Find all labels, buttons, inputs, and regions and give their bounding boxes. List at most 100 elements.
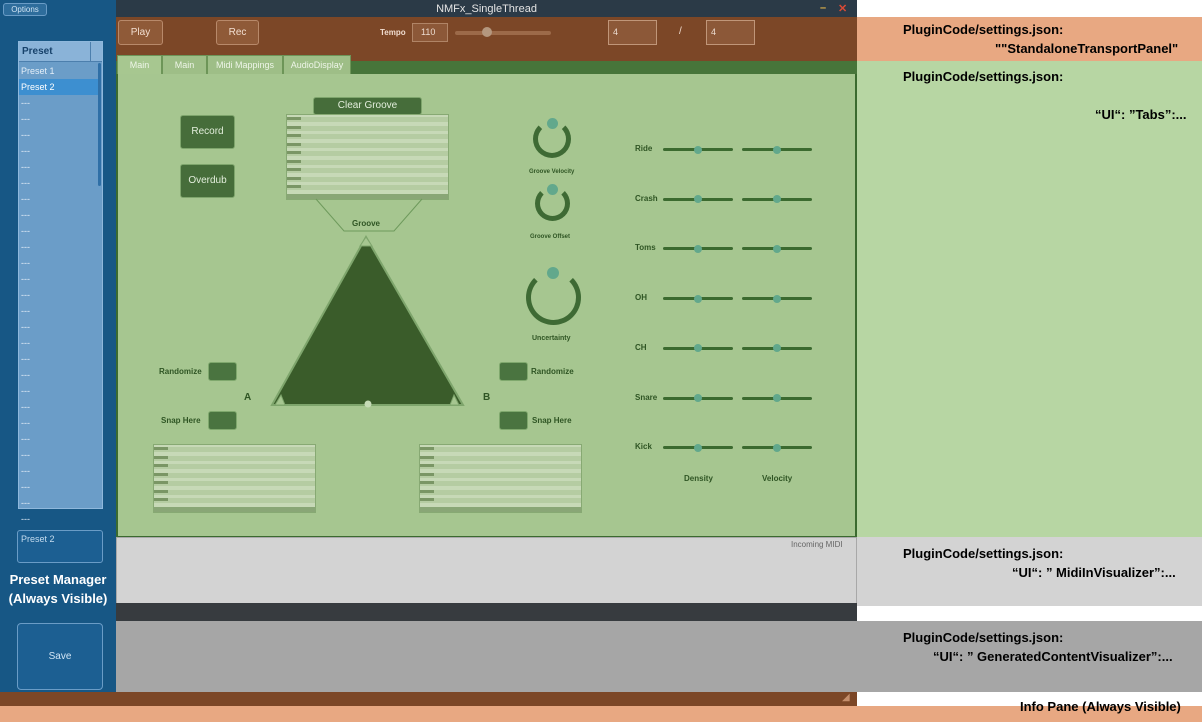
piano-roll-row	[154, 472, 315, 478]
piano-roll-row	[154, 447, 315, 452]
instrument-label: CH	[635, 342, 647, 352]
preset-list-item[interactable]: ---	[19, 431, 99, 447]
preset-list-item[interactable]: ---	[19, 463, 99, 479]
piano-roll-key	[154, 447, 168, 450]
randomize-left-button[interactable]	[208, 362, 237, 381]
piano-roll-key	[154, 489, 168, 493]
save-button[interactable]: Save	[17, 623, 103, 690]
piano-roll-key	[154, 498, 168, 501]
time-signature-numerator[interactable]: 4	[608, 20, 657, 45]
velocity-slider-thumb[interactable]	[773, 244, 781, 253]
tab-main-2[interactable]: Main	[162, 55, 207, 75]
velocity-slider-thumb[interactable]	[773, 145, 781, 154]
tempo-slider[interactable]	[455, 31, 551, 35]
preset-list-item[interactable]: Preset 1	[19, 63, 99, 79]
triangle-top-marker	[359, 236, 373, 247]
piano-roll-key	[420, 447, 434, 450]
uncertainty-knob-handle[interactable]	[547, 267, 559, 279]
piano-roll-row	[154, 481, 315, 486]
velocity-slider-thumb[interactable]	[773, 443, 781, 452]
preset-list-item[interactable]: ---	[19, 127, 99, 143]
preset-a-piano-roll[interactable]	[153, 444, 316, 513]
snap-right-button[interactable]	[499, 411, 528, 430]
info-pane: ◢	[0, 692, 857, 706]
piano-roll-key	[420, 489, 434, 493]
tab-main[interactable]: Main	[117, 55, 162, 75]
preset-list-item[interactable]: ---	[19, 95, 99, 111]
preset-list-item[interactable]: ---	[19, 271, 99, 287]
density-slider-thumb[interactable]	[694, 443, 702, 452]
preset-list-item[interactable]: ---	[19, 175, 99, 191]
groove-offset-knob-handle[interactable]	[547, 184, 558, 195]
preset-list-item[interactable]: ---	[19, 191, 99, 207]
preset-list-item[interactable]: ---	[19, 351, 99, 367]
groove-velocity-knob-handle[interactable]	[547, 118, 558, 129]
preset-list-item[interactable]: ---	[19, 511, 99, 527]
preset-b-piano-roll[interactable]	[419, 444, 582, 513]
piano-roll-row	[420, 498, 581, 503]
randomize-right-button[interactable]	[499, 362, 528, 381]
preset-list-item[interactable]: ---	[19, 399, 99, 415]
transport-annotation-line2: ""StandaloneTransportPanel"	[995, 41, 1179, 56]
density-slider-thumb[interactable]	[694, 145, 702, 154]
a-label: A	[244, 392, 252, 403]
generated-annotation-line2: “UI“: ” GeneratedContentVisualizer”:...	[933, 649, 1173, 664]
preset-list-scrollbar[interactable]	[98, 63, 101, 186]
preset-list-item[interactable]: ---	[19, 287, 99, 303]
preset-list-item[interactable]: ---	[19, 143, 99, 159]
tab-audio-display[interactable]: AudioDisplay	[283, 55, 351, 75]
piano-roll-key	[154, 455, 168, 459]
preset-list-item[interactable]: ---	[19, 335, 99, 351]
triangle-position-dot[interactable]	[364, 400, 372, 408]
transport-annotation: PluginCode/settings.json: ""StandaloneTr…	[857, 17, 1202, 61]
preset-list-item[interactable]: ---	[19, 303, 99, 319]
close-icon[interactable]: ✕	[838, 2, 847, 15]
preset-list-item[interactable]: Preset 2	[19, 79, 99, 95]
preset-list-item[interactable]: ---	[19, 495, 99, 511]
uncertainty-label: Uncertainty	[532, 335, 571, 342]
preset-list-item[interactable]: ---	[19, 239, 99, 255]
minimize-icon[interactable]: –	[820, 2, 826, 14]
preset-list-item[interactable]: ---	[19, 415, 99, 431]
piano-roll-row	[154, 464, 315, 469]
preset-list-item[interactable]: ---	[19, 319, 99, 335]
preset-list-item[interactable]: ---	[19, 111, 99, 127]
instrument-label: Snare	[635, 392, 658, 402]
preset-list-item[interactable]: ---	[19, 447, 99, 463]
rec-button[interactable]: Rec	[216, 20, 259, 45]
density-slider-thumb[interactable]	[694, 294, 702, 303]
title-bar: NMFx_SingleThread – ✕	[116, 0, 857, 17]
preset-list-item[interactable]: ---	[19, 367, 99, 383]
tab-midi-mappings[interactable]: Midi Mappings	[207, 55, 283, 75]
preset-list[interactable]: Preset Preset 1 Preset 2 --- --- --- --- --- --…	[18, 41, 103, 524]
generated-annotation: PluginCode/settings.json: “UI“: ” Genera…	[857, 621, 1202, 692]
tempo-slider-thumb[interactable]	[482, 27, 492, 37]
midi-annotation: PluginCode/settings.json: “UI“: ” MidiIn…	[857, 537, 1202, 606]
density-slider-thumb[interactable]	[694, 244, 702, 253]
time-signature-denominator[interactable]: 4	[706, 20, 755, 45]
density-slider-thumb[interactable]	[694, 394, 702, 402]
play-button[interactable]: Play	[118, 20, 163, 45]
velocity-slider-thumb[interactable]	[773, 294, 781, 303]
preset-list-item[interactable]: ---	[19, 223, 99, 239]
groove-triangle[interactable]	[270, 234, 465, 406]
midi-annotation-line2: “UI“: ” MidiInVisualizer”:...	[1012, 565, 1176, 580]
transport-annotation-line1: PluginCode/settings.json:	[903, 22, 1064, 37]
preset-list-item[interactable]: ---	[19, 479, 99, 495]
midi-in-footer	[116, 603, 857, 621]
tempo-value-field[interactable]: 110	[412, 23, 448, 42]
piano-roll-footer	[420, 507, 581, 512]
piano-roll-row	[420, 489, 581, 495]
options-button[interactable]: Options	[3, 3, 47, 16]
preset-list-item[interactable]: ---	[19, 159, 99, 175]
generated-content-visualizer	[116, 621, 857, 692]
instrument-label: OH	[635, 293, 647, 303]
snap-left-button[interactable]	[208, 411, 237, 430]
preset-list-item[interactable]: ---	[19, 207, 99, 223]
preset-list-item[interactable]: ---	[19, 383, 99, 399]
current-preset-field[interactable]: Preset 2	[17, 530, 103, 563]
resize-grip-icon[interactable]: ◢	[842, 692, 850, 703]
velocity-slider-thumb[interactable]	[773, 394, 781, 402]
piano-roll-row	[420, 472, 581, 478]
preset-list-item[interactable]: ---	[19, 255, 99, 271]
